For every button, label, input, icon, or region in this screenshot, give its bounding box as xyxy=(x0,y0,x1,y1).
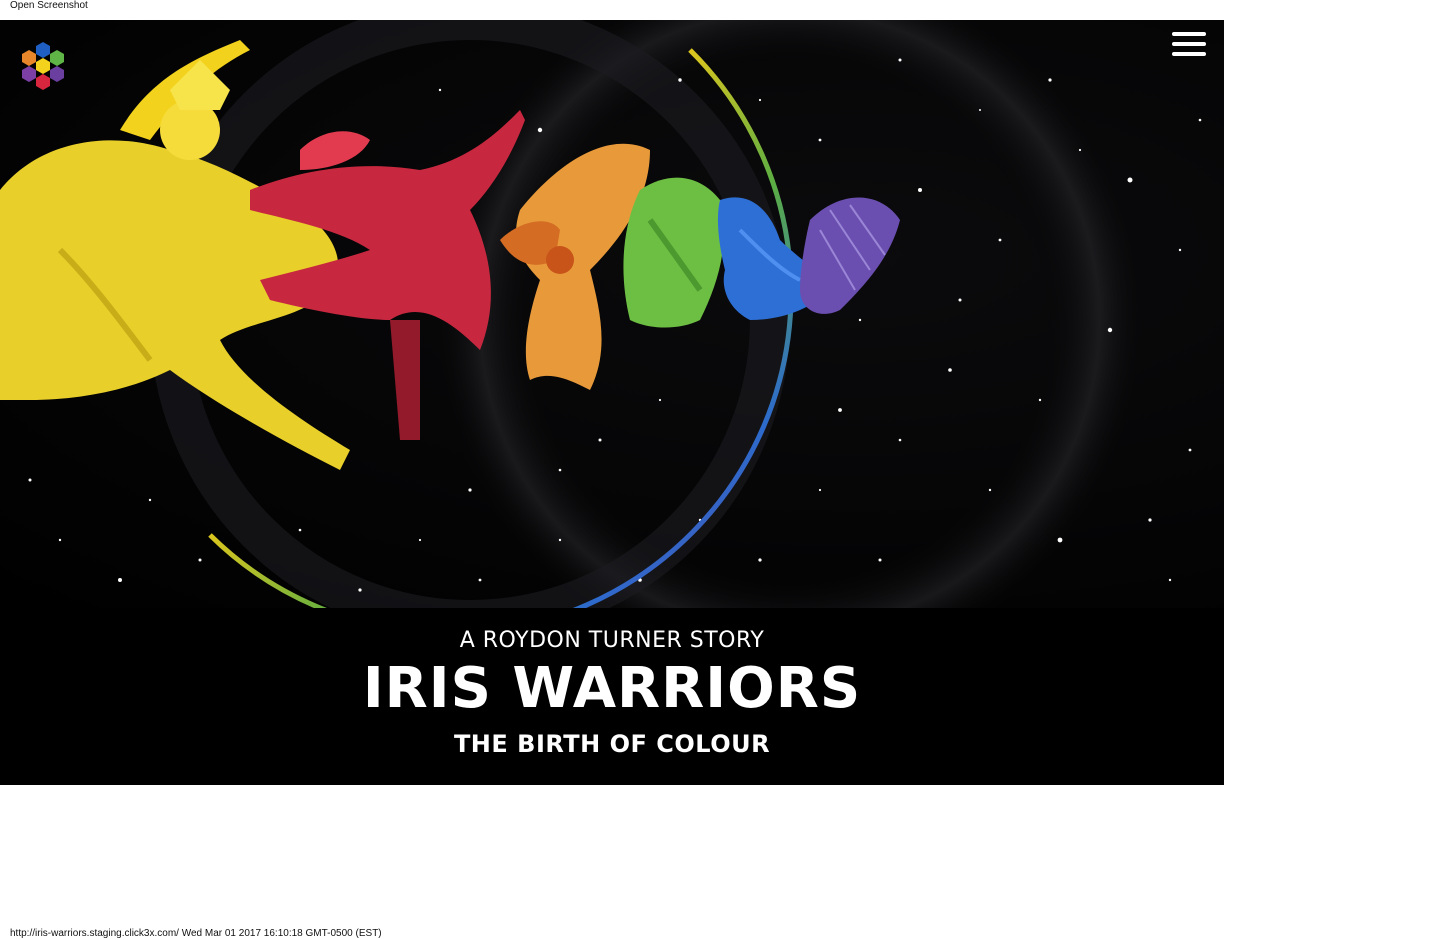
menu-bar-bottom xyxy=(1172,52,1206,56)
title-block: A ROYDON TURNER STORY IRIS WARRIORS THE … xyxy=(0,608,1224,785)
page-stage: A ROYDON TURNER STORY IRIS WARRIORS THE … xyxy=(0,20,1224,785)
story-kicker: A ROYDON TURNER STORY xyxy=(459,628,765,653)
menu-bar-middle xyxy=(1172,42,1206,46)
page-title: IRIS WARRIORS xyxy=(362,656,862,721)
hero-artwork xyxy=(0,20,1202,608)
page-subtitle: THE BIRTH OF COLOUR xyxy=(453,730,771,758)
hero-image xyxy=(0,20,1224,608)
hexagon-flower-logo-icon[interactable] xyxy=(12,30,74,100)
screenshot-url-timestamp: http://iris-warriors.staging.click3x.com… xyxy=(10,928,382,939)
screenshot-caption: Open Screenshot xyxy=(10,0,88,11)
hamburger-menu-icon[interactable] xyxy=(1170,28,1208,60)
menu-bar-top xyxy=(1172,32,1206,36)
